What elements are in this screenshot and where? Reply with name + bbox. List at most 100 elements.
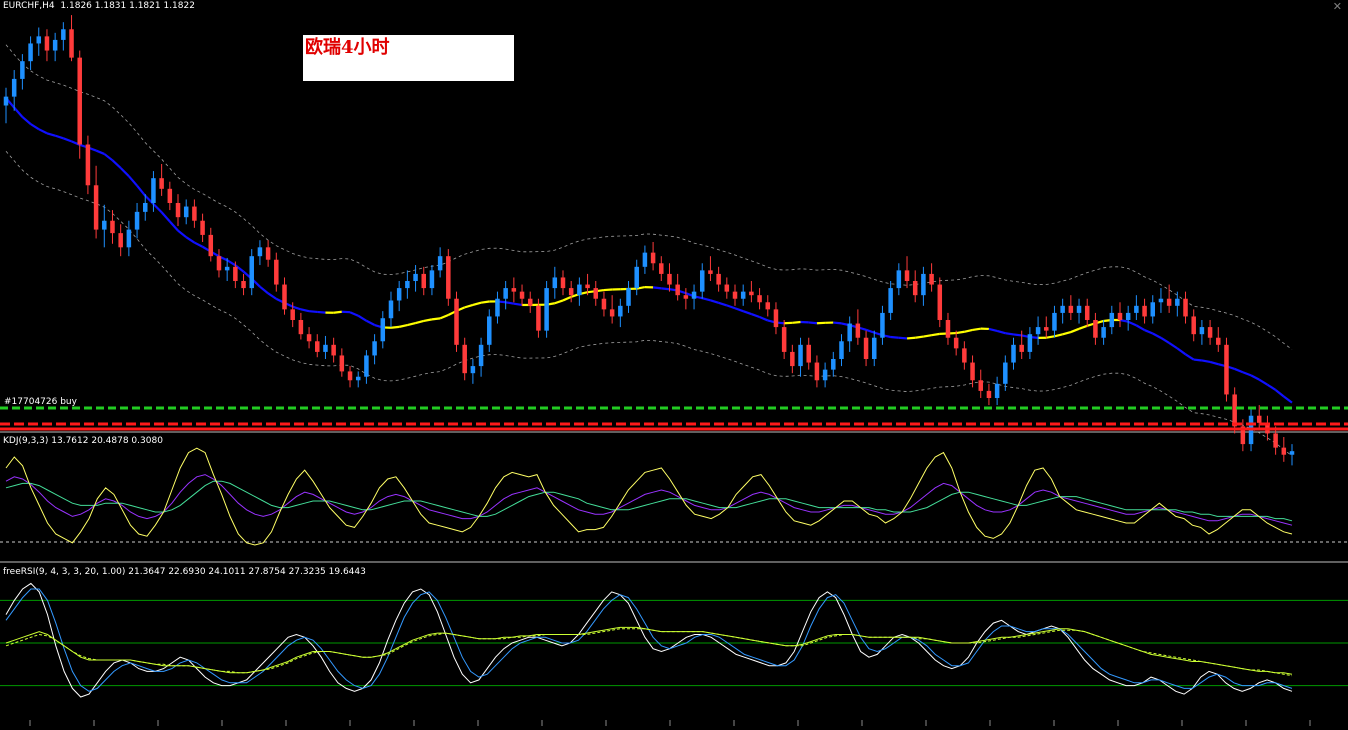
moving-average-segment	[792, 322, 800, 323]
moving-average-segment	[481, 301, 489, 302]
moving-average-segment	[1063, 332, 1071, 334]
moving-average-segment	[1210, 362, 1218, 364]
candle-body	[872, 338, 877, 359]
moving-average-segment	[1071, 329, 1079, 332]
moving-average-segment	[514, 304, 522, 305]
candle-body	[618, 306, 623, 317]
moving-average-segment	[153, 204, 161, 212]
candle-body	[69, 29, 74, 57]
candle-body	[1118, 313, 1123, 320]
moving-average-segment	[1153, 333, 1161, 337]
moving-average-segment	[39, 129, 47, 133]
moving-average-segment	[719, 303, 727, 306]
moving-average-segment	[293, 307, 301, 310]
moving-average-segment	[334, 312, 342, 313]
candle-body	[479, 345, 484, 366]
candle-body	[1273, 433, 1278, 447]
moving-average-segment	[1046, 336, 1054, 337]
moving-average-segment	[391, 327, 399, 328]
moving-average-segment	[1005, 333, 1013, 334]
ohlc-values: 1.1826 1.1831 1.1821 1.1822	[60, 1, 195, 11]
candle-body	[372, 341, 377, 355]
candle-body	[864, 338, 869, 359]
candle-body	[610, 309, 615, 316]
candle-body	[987, 391, 992, 398]
moving-average-segment	[809, 322, 817, 323]
kdj-j-line	[6, 475, 1292, 526]
candle-body	[225, 267, 230, 271]
moving-average-segment	[1194, 360, 1202, 361]
moving-average-segment	[1276, 390, 1284, 397]
candle-body	[1183, 299, 1188, 317]
candle-body	[413, 274, 418, 281]
moving-average-segment	[833, 323, 841, 324]
moving-average-segment	[358, 316, 366, 321]
moving-average-segment	[424, 319, 432, 321]
candle-body	[315, 341, 320, 352]
moving-average-segment	[186, 237, 194, 242]
moving-average-segment	[1267, 385, 1275, 390]
candle-body	[700, 270, 705, 291]
moving-average-segment	[653, 287, 661, 288]
candle-body	[790, 352, 795, 366]
candle-body	[1134, 306, 1139, 313]
candle-body	[200, 221, 205, 235]
kdj-label: KDJ(9,3,3) 13.7612 20.4878 0.3080	[3, 436, 163, 447]
moving-average-segment	[63, 138, 71, 141]
rsi-slow-line-2	[6, 629, 1292, 676]
candle-body	[651, 253, 656, 264]
candle-body	[1191, 316, 1196, 334]
moving-average-segment	[366, 321, 374, 325]
moving-average-segment	[973, 329, 981, 330]
moving-average-segment	[260, 287, 268, 294]
moving-average-segment	[604, 290, 612, 291]
candle-body	[798, 345, 803, 366]
candle-body	[364, 355, 369, 376]
candle-body	[258, 247, 263, 256]
candle-body	[512, 288, 517, 292]
moving-average-segment	[129, 176, 137, 186]
moving-average-segment	[96, 151, 104, 154]
candle-body	[749, 292, 754, 296]
moving-average-segment	[399, 325, 407, 327]
candle-body	[847, 324, 852, 342]
candle-body	[536, 306, 541, 331]
candle-body	[716, 274, 721, 285]
moving-average-segment	[1014, 334, 1022, 335]
candle-body	[282, 285, 287, 310]
symbol-name: EURCHF,H4	[3, 1, 55, 11]
moving-average-segment	[1120, 320, 1128, 322]
candle-body	[495, 299, 500, 317]
candle-body	[503, 288, 508, 299]
candle-body	[94, 185, 99, 229]
moving-average-segment	[55, 136, 63, 139]
moving-average-segment	[227, 260, 235, 265]
moving-average-segment	[432, 318, 440, 319]
moving-average-segment	[47, 133, 55, 135]
moving-average-segment	[1079, 326, 1087, 329]
envelope-upper	[6, 45, 1292, 350]
candle-body	[659, 263, 664, 274]
candle-body	[462, 345, 467, 373]
close-icon[interactable]: ✕	[1333, 0, 1342, 13]
candle-body	[299, 320, 304, 334]
moving-average-segment	[661, 288, 669, 289]
candle-body	[487, 316, 492, 344]
candle-body	[1216, 338, 1221, 345]
moving-average-segment	[563, 297, 571, 301]
candle-body	[307, 334, 312, 341]
candle-body	[766, 302, 771, 309]
moving-average-segment	[907, 338, 915, 339]
moving-average-segment	[1145, 330, 1153, 333]
candle-body	[634, 267, 639, 288]
candle-body	[954, 338, 959, 349]
moving-average-segment	[22, 117, 30, 124]
moving-average-segment	[309, 311, 317, 312]
chart-canvas	[0, 0, 1348, 726]
moving-average-segment	[440, 315, 448, 318]
candle-body	[675, 285, 680, 296]
candle-body	[856, 324, 861, 338]
candle-body	[331, 345, 336, 356]
candle-body	[454, 299, 459, 345]
candle-body	[1208, 327, 1213, 338]
